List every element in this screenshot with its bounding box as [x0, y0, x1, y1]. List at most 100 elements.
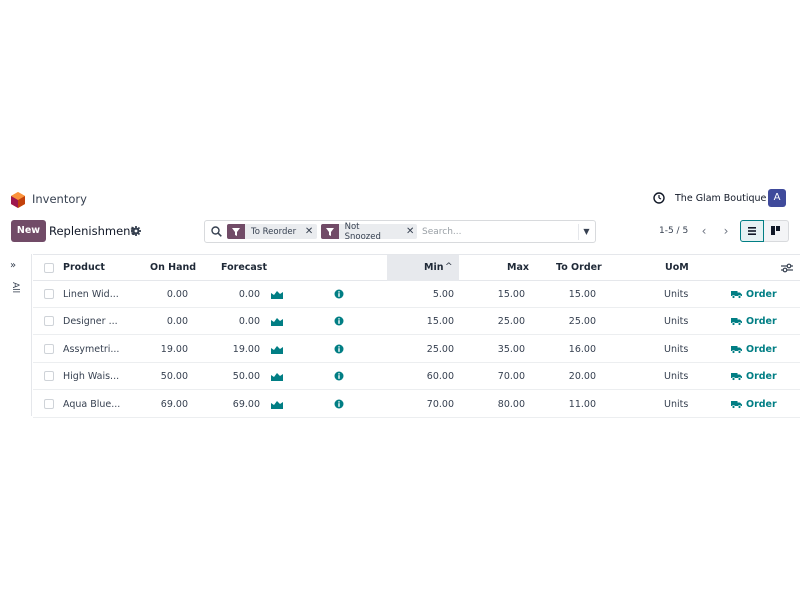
column-header-to-order[interactable]: To Order — [556, 262, 602, 273]
forecast-graph-icon[interactable] — [271, 371, 283, 382]
row-checkbox[interactable] — [44, 398, 54, 409]
select-all-checkbox[interactable] — [44, 263, 54, 273]
activity-clock-icon[interactable] — [653, 192, 665, 204]
user-avatar[interactable]: A — [768, 189, 786, 207]
page-title: Replenishment — [49, 224, 135, 238]
info-icon[interactable] — [334, 344, 344, 354]
product-name: Designer ... — [63, 316, 118, 328]
to-order-qty[interactable]: 15.00 — [543, 289, 596, 300]
to-order-qty[interactable]: 20.00 — [543, 371, 596, 382]
column-header-min[interactable]: Min — [424, 262, 443, 273]
new-button[interactable]: New — [11, 220, 46, 242]
order-button[interactable]: Order — [731, 371, 777, 382]
sort-ascending-caret-icon: ^ — [445, 262, 453, 272]
row-checkbox[interactable] — [44, 343, 54, 354]
min-qty: 60.00 — [426, 371, 454, 383]
order-label: Order — [746, 398, 777, 410]
order-button[interactable]: Order — [731, 344, 777, 355]
forecast-graph-icon[interactable] — [271, 399, 283, 409]
search-panel: » All — [0, 254, 32, 416]
search-options-caret-down-icon[interactable]: ▼ — [578, 224, 594, 240]
column-header-uom[interactable]: UoM — [665, 262, 689, 273]
on-hand-qty: 50.00 — [160, 371, 188, 383]
column-header-on-hand[interactable]: On Hand — [150, 262, 196, 273]
truck-icon — [731, 373, 742, 381]
truck-icon — [731, 318, 742, 327]
info-icon[interactable] — [334, 289, 344, 299]
forecast-graph-icon[interactable] — [271, 289, 283, 299]
uom: Units — [664, 289, 689, 300]
order-label: Order — [746, 343, 777, 355]
info-icon[interactable] — [334, 399, 344, 409]
table-row[interactable]: Aqua Blue... 69.00 69.00 70.00 80.00 11.… — [33, 391, 800, 418]
truck-icon — [731, 345, 742, 354]
gear-icon[interactable] — [131, 226, 141, 236]
on-hand-qty: 0.00 — [166, 316, 188, 328]
kanban-view-icon — [771, 226, 780, 235]
truck-icon — [731, 400, 742, 409]
min-qty: 5.00 — [432, 289, 454, 300]
filter-facet-to-reorder: To Reorder ✕ — [227, 224, 317, 239]
search-bar: To Reorder ✕ Not Snoozed ✕ ▼ — [204, 220, 596, 243]
max-qty: 25.00 — [497, 316, 525, 328]
max-qty: 70.00 — [497, 371, 525, 383]
search-panel-all-label[interactable]: All — [10, 282, 20, 293]
search-icon[interactable] — [211, 226, 222, 237]
on-hand-qty: 0.00 — [166, 289, 188, 300]
facet-label: Not Snoozed — [344, 221, 381, 242]
column-header-product[interactable]: Product — [63, 262, 105, 273]
inventory-app-icon[interactable] — [11, 192, 25, 208]
forecast-graph-icon[interactable] — [271, 316, 283, 327]
order-label: Order — [746, 316, 777, 328]
on-hand-qty: 69.00 — [160, 398, 188, 410]
table-row[interactable]: High Wais... 50.00 50.00 60.00 70.00 20.… — [33, 363, 800, 391]
truck-icon — [731, 291, 742, 299]
filter-icon — [227, 224, 245, 239]
list-view-button[interactable] — [740, 220, 764, 242]
forecast-qty: 50.00 — [232, 371, 260, 383]
app-name[interactable]: Inventory — [32, 192, 87, 206]
column-header-forecast[interactable]: Forecast — [221, 262, 267, 273]
table-row[interactable]: Linen Wid... 0.00 0.00 5.00 15.00 15.00 … — [33, 281, 800, 308]
min-qty: 15.00 — [426, 316, 454, 328]
min-qty: 25.00 — [426, 343, 454, 355]
optional-columns-settings-icon[interactable] — [781, 263, 793, 273]
to-order-qty[interactable]: 11.00 — [543, 399, 596, 410]
order-button[interactable]: Order — [731, 316, 777, 327]
pager-previous-chevron-left-icon[interactable]: ‹ — [694, 220, 714, 242]
product-name: Assymetri... — [63, 343, 120, 355]
product-name: Linen Wid... — [63, 289, 119, 300]
kanban-view-button[interactable] — [764, 220, 789, 242]
row-checkbox[interactable] — [44, 316, 54, 327]
table-row[interactable]: Designer ... 0.00 0.00 15.00 25.00 25.00… — [33, 308, 800, 336]
info-icon[interactable] — [334, 316, 344, 326]
min-qty: 70.00 — [426, 398, 454, 410]
to-order-qty[interactable]: 25.00 — [543, 316, 596, 327]
forecast-qty: 69.00 — [232, 398, 260, 410]
search-input[interactable] — [422, 225, 572, 239]
facet-label: To Reorder — [251, 226, 297, 237]
filter-facet-not-snoozed: Not Snoozed ✕ — [321, 221, 417, 242]
pager-next-chevron-right-icon[interactable]: › — [716, 220, 736, 242]
table-row[interactable]: Assymetri... 19.00 19.00 25.00 35.00 16.… — [33, 336, 800, 363]
remove-facet-close-icon[interactable]: ✕ — [302, 226, 316, 237]
forecast-qty: 0.00 — [238, 289, 260, 300]
pager-value[interactable]: 1-5 / 5 — [659, 226, 688, 236]
company-switcher[interactable]: The Glam Boutique — [675, 193, 766, 204]
expand-panel-chevron-icon[interactable]: » — [10, 260, 16, 271]
info-icon[interactable] — [334, 371, 344, 381]
max-qty: 80.00 — [497, 398, 525, 410]
forecast-qty: 0.00 — [238, 316, 260, 328]
max-qty: 15.00 — [497, 289, 525, 300]
order-button[interactable]: Order — [731, 399, 777, 410]
order-button[interactable]: Order — [731, 289, 777, 300]
to-order-qty[interactable]: 16.00 — [543, 344, 596, 355]
max-qty: 35.00 — [497, 343, 525, 355]
row-checkbox[interactable] — [44, 289, 54, 299]
product-name: Aqua Blue... — [63, 398, 121, 410]
top-navbar: Inventory The Glam Boutique A — [0, 186, 800, 212]
row-checkbox[interactable] — [44, 371, 54, 382]
remove-facet-close-icon[interactable]: ✕ — [403, 226, 417, 237]
column-header-max[interactable]: Max — [507, 262, 529, 273]
forecast-graph-icon[interactable] — [271, 344, 283, 354]
